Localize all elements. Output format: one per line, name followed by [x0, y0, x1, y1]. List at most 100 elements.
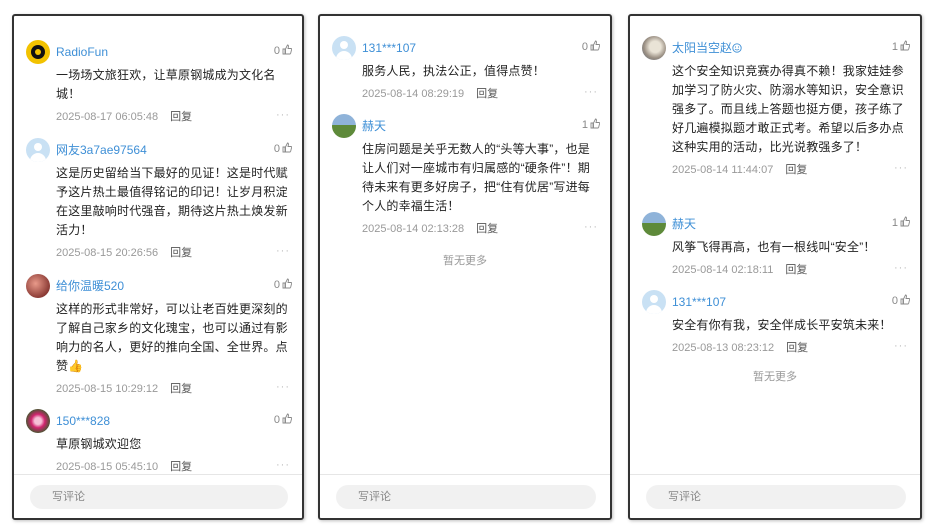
comment-item: 131***107 0 安全有你有我，安全伴成长平安筑未来！ 2025-08-1…: [630, 290, 920, 356]
like-count: 1: [891, 41, 898, 53]
thumb-up-icon: [282, 413, 292, 424]
like-count: 0: [273, 143, 280, 155]
reply-button[interactable]: 回复: [476, 223, 498, 235]
username-text: 太阳当空赵: [672, 41, 733, 55]
radio-avatar-icon[interactable]: [26, 40, 50, 64]
reply-button[interactable]: 回复: [170, 247, 192, 259]
thumb-up-icon: [282, 44, 292, 55]
field-avatar-icon[interactable]: [642, 212, 666, 236]
comment-username[interactable]: 150***828: [56, 409, 302, 430]
comment-input-bar: 写评论: [320, 474, 610, 518]
comment-text: 这样的形式非常好，可以让老百姓更深刻的了解自己家乡的文化瑰宝，也可以通过有影响力…: [56, 302, 288, 373]
comment-item: 150***828 0 草原钢城欢迎您 2025-08-15 05:45:10 回…: [14, 409, 302, 475]
default-avatar-icon[interactable]: [332, 36, 356, 60]
comment-time: 2025-08-14 02:18:11: [672, 264, 774, 276]
like-button[interactable]: 0: [582, 40, 600, 54]
like-button[interactable]: 1: [892, 216, 910, 230]
comment-username[interactable]: 网友3a7ae97564: [56, 138, 302, 159]
comment-item: RadioFun 0 一场场文旅狂欢，让草原钢城成为文化名城！ 2025-08-…: [14, 40, 302, 125]
comment-item: 赫天 1 风筝飞得再高，也有一根线叫“安全”！ 2025-08-14 02:18…: [630, 212, 920, 278]
thumb-up-icon: [900, 216, 910, 227]
more-options-icon[interactable]: ···: [276, 107, 290, 123]
smile-icon: [732, 43, 742, 53]
comment-panel-3: 太阳当空赵 1 这个安全知识竞赛办得真不赖！我家娃娃参加学习了防火灾、防溺水等知…: [628, 14, 922, 520]
no-more-label: 暂无更多: [443, 255, 487, 267]
photo-avatar-icon[interactable]: [642, 36, 666, 60]
reply-button[interactable]: 回复: [476, 88, 498, 100]
comment-item: 网友3a7ae97564 0 这是历史留给当下最好的见证！这是时代赋予这片热土最…: [14, 138, 302, 261]
comment-username[interactable]: RadioFun: [56, 40, 302, 61]
more-options-icon[interactable]: ···: [894, 160, 908, 176]
comment-time: 2025-08-15 05:45:10: [56, 461, 159, 473]
comment-time: 2025-08-15 10:29:12: [56, 383, 159, 395]
like-count: 1: [581, 119, 588, 131]
default-avatar-icon[interactable]: [26, 138, 50, 162]
more-options-icon[interactable]: ···: [584, 219, 598, 235]
comment-time: 2025-08-15 20:26:56: [56, 247, 159, 259]
comment-username[interactable]: 131***107: [672, 290, 920, 311]
photo-avatar-icon[interactable]: [26, 274, 50, 298]
flower-avatar-icon[interactable]: [26, 409, 50, 433]
comment-panel-2: 131***107 0 服务人民，执法公正，值得点赞！ 2025-08-14 0…: [318, 14, 612, 520]
comment-time: 2025-08-14 02:13:28: [362, 223, 465, 235]
default-avatar-icon[interactable]: [642, 290, 666, 314]
comment-input[interactable]: 写评论: [30, 485, 288, 509]
comment-text: 风筝飞得再高，也有一根线叫“安全”！: [672, 240, 876, 254]
comment-item: 赫天 1 住房问题是关乎无数人的“头等大事”，也是让人们对一座城市有归属感的“硬…: [320, 114, 610, 237]
comment-username[interactable]: 赫天: [672, 212, 920, 233]
comment-text: 这个安全知识竞赛办得真不赖！我家娃娃参加学习了防火灾、防溺水等知识，安全意识强多…: [672, 64, 904, 154]
more-options-icon[interactable]: ···: [276, 379, 290, 395]
like-count: 0: [273, 279, 280, 291]
comment-item: 给你温暖520 0 这样的形式非常好，可以让老百姓更深刻的了解自己家乡的文化瑰宝…: [14, 274, 302, 397]
more-options-icon[interactable]: ···: [584, 84, 598, 100]
like-button[interactable]: 1: [892, 40, 910, 54]
field-avatar-icon[interactable]: [332, 114, 356, 138]
comment-text: 服务人民，执法公正，值得点赞！: [362, 64, 546, 78]
comment-username[interactable]: 131***107: [362, 36, 610, 57]
comment-input[interactable]: 写评论: [646, 485, 906, 509]
like-button[interactable]: 1: [582, 118, 600, 132]
like-count: 1: [891, 217, 898, 229]
like-count: 0: [891, 295, 898, 307]
comment-input[interactable]: 写评论: [336, 485, 596, 509]
thumb-up-icon: [590, 118, 600, 129]
more-options-icon[interactable]: ···: [276, 243, 290, 259]
comment-username[interactable]: 赫天: [362, 114, 610, 135]
comment-text: 住房问题是关乎无数人的“头等大事”，也是让人们对一座城市有归属感的“硬条件”！期…: [362, 142, 590, 213]
no-more-label: 暂无更多: [753, 371, 797, 383]
comment-item: 131***107 0 服务人民，执法公正，值得点赞！ 2025-08-14 0…: [320, 36, 610, 102]
reply-button[interactable]: 回复: [170, 383, 192, 395]
reply-button[interactable]: 回复: [170, 461, 192, 473]
like-button[interactable]: 0: [274, 278, 292, 292]
reply-button[interactable]: 回复: [786, 342, 808, 354]
thumb-up-icon: [900, 40, 910, 51]
comment-time: 2025-08-17 06:05:48: [56, 111, 159, 123]
comment-item: 太阳当空赵 1 这个安全知识竞赛办得真不赖！我家娃娃参加学习了防火灾、防溺水等知…: [630, 36, 920, 178]
thumb-up-icon: [282, 278, 292, 289]
comment-panel-1: RadioFun 0 一场场文旅狂欢，让草原钢城成为文化名城！ 2025-08-…: [12, 14, 304, 520]
comment-text: 一场场文旅狂欢，让草原钢城成为文化名城！: [56, 68, 276, 101]
more-options-icon[interactable]: ···: [894, 260, 908, 276]
comment-username[interactable]: 给你温暖520: [56, 274, 302, 295]
comment-text: 这是历史留给当下最好的见证！这是时代赋予这片热土最值得铭记的印记！让岁月积淀在这…: [56, 166, 288, 237]
reply-button[interactable]: 回复: [785, 264, 807, 276]
like-count: 0: [273, 45, 280, 57]
comment-time: 2025-08-14 11:44:07: [672, 164, 774, 176]
reply-button[interactable]: 回复: [170, 111, 192, 123]
comment-username[interactable]: 太阳当空赵: [672, 36, 920, 57]
more-options-icon[interactable]: ···: [894, 338, 908, 354]
comment-input-bar: 写评论: [630, 474, 920, 518]
like-button[interactable]: 0: [274, 44, 292, 58]
thumb-up-icon: [900, 294, 910, 305]
comment-text: 草原钢城欢迎您: [56, 437, 142, 451]
thumb-up-icon: [282, 142, 292, 153]
more-options-icon[interactable]: ···: [276, 457, 290, 473]
like-button[interactable]: 0: [892, 294, 910, 308]
like-count: 0: [581, 41, 588, 53]
like-button[interactable]: 0: [274, 142, 292, 156]
reply-button[interactable]: 回复: [785, 164, 807, 176]
comment-time: 2025-08-13 08:23:12: [672, 342, 775, 354]
like-button[interactable]: 0: [274, 413, 292, 427]
comment-time: 2025-08-14 08:29:19: [362, 88, 465, 100]
comment-input-bar: 写评论: [14, 474, 302, 518]
